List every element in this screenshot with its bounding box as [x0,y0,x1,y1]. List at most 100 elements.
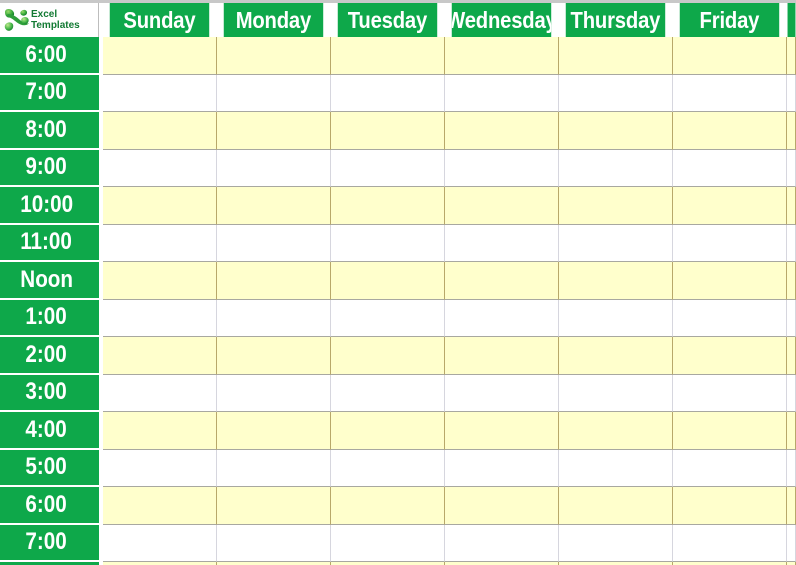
schedule-row: 4:00 [0,412,796,450]
schedule-cell-friday[interactable] [673,187,787,225]
schedule-cell-saturday[interactable] [787,299,796,337]
schedule-cell-thursday[interactable] [559,299,673,337]
schedule-cell-sunday[interactable] [103,337,217,375]
schedule-cell-friday[interactable] [673,112,787,150]
schedule-cell-saturday[interactable] [787,37,796,75]
schedule-cell-saturday[interactable] [787,224,796,262]
schedule-cell-monday[interactable] [217,524,331,562]
schedule-cell-saturday[interactable] [787,187,796,225]
schedule-cell-friday[interactable] [673,299,787,337]
schedule-cell-thursday[interactable] [559,149,673,187]
schedule-cell-friday[interactable] [673,149,787,187]
schedule-cell-thursday[interactable] [559,224,673,262]
schedule-cell-tuesday[interactable] [331,37,445,75]
schedule-cell-friday[interactable] [673,262,787,300]
schedule-cell-monday[interactable] [217,337,331,375]
schedule-cell-saturday[interactable] [787,449,796,487]
schedule-cell-thursday[interactable] [559,524,673,562]
schedule-cell-wednesday[interactable] [445,524,559,562]
schedule-cell-saturday[interactable] [787,374,796,412]
schedule-cell-wednesday[interactable] [445,37,559,75]
schedule-cell-wednesday[interactable] [445,187,559,225]
schedule-cell-monday[interactable] [217,149,331,187]
schedule-cell-thursday[interactable] [559,374,673,412]
schedule-cell-sunday[interactable] [103,487,217,525]
schedule-cell-wednesday[interactable] [445,262,559,300]
schedule-cell-tuesday[interactable] [331,224,445,262]
schedule-cell-friday[interactable] [673,412,787,450]
schedule-cell-saturday[interactable] [787,487,796,525]
schedule-cell-tuesday[interactable] [331,412,445,450]
schedule-cell-sunday[interactable] [103,449,217,487]
schedule-cell-saturday[interactable] [787,524,796,562]
schedule-cell-thursday[interactable] [559,337,673,375]
schedule-cell-sunday[interactable] [103,37,217,75]
schedule-cell-saturday[interactable] [787,112,796,150]
schedule-cell-monday[interactable] [217,74,331,112]
schedule-cell-sunday[interactable] [103,262,217,300]
schedule-cell-wednesday[interactable] [445,149,559,187]
schedule-cell-tuesday[interactable] [331,262,445,300]
schedule-cell-thursday[interactable] [559,262,673,300]
schedule-cell-wednesday[interactable] [445,112,559,150]
schedule-cell-thursday[interactable] [559,37,673,75]
schedule-cell-saturday[interactable] [787,74,796,112]
schedule-cell-sunday[interactable] [103,112,217,150]
schedule-cell-tuesday[interactable] [331,449,445,487]
schedule-cell-wednesday[interactable] [445,374,559,412]
schedule-cell-friday[interactable] [673,37,787,75]
schedule-cell-wednesday[interactable] [445,299,559,337]
schedule-cell-sunday[interactable] [103,74,217,112]
schedule-cell-sunday[interactable] [103,149,217,187]
schedule-cell-thursday[interactable] [559,187,673,225]
schedule-cell-friday[interactable] [673,224,787,262]
schedule-cell-wednesday[interactable] [445,74,559,112]
schedule-cell-wednesday[interactable] [445,412,559,450]
schedule-cell-wednesday[interactable] [445,337,559,375]
schedule-cell-wednesday[interactable] [445,487,559,525]
schedule-cell-tuesday[interactable] [331,524,445,562]
schedule-cell-saturday[interactable] [787,262,796,300]
schedule-cell-sunday[interactable] [103,299,217,337]
schedule-cell-saturday[interactable] [787,412,796,450]
schedule-cell-monday[interactable] [217,112,331,150]
schedule-cell-friday[interactable] [673,449,787,487]
schedule-cell-sunday[interactable] [103,412,217,450]
schedule-cell-thursday[interactable] [559,487,673,525]
schedule-cell-monday[interactable] [217,299,331,337]
schedule-cell-monday[interactable] [217,262,331,300]
schedule-cell-monday[interactable] [217,449,331,487]
schedule-cell-monday[interactable] [217,224,331,262]
schedule-cell-tuesday[interactable] [331,187,445,225]
schedule-cell-thursday[interactable] [559,449,673,487]
schedule-cell-sunday[interactable] [103,524,217,562]
schedule-cell-friday[interactable] [673,487,787,525]
schedule-cell-thursday[interactable] [559,112,673,150]
schedule-cell-monday[interactable] [217,412,331,450]
day-header-sunday: Sunday [109,3,210,37]
schedule-cell-monday[interactable] [217,487,331,525]
schedule-cell-tuesday[interactable] [331,337,445,375]
schedule-cell-friday[interactable] [673,74,787,112]
schedule-cell-friday[interactable] [673,337,787,375]
schedule-cell-tuesday[interactable] [331,374,445,412]
schedule-cell-tuesday[interactable] [331,112,445,150]
schedule-cell-monday[interactable] [217,374,331,412]
schedule-cell-sunday[interactable] [103,374,217,412]
schedule-cell-friday[interactable] [673,374,787,412]
schedule-cell-friday[interactable] [673,524,787,562]
schedule-cell-sunday[interactable] [103,224,217,262]
schedule-cell-saturday[interactable] [787,337,796,375]
schedule-cell-tuesday[interactable] [331,149,445,187]
schedule-cell-monday[interactable] [217,187,331,225]
schedule-cell-sunday[interactable] [103,187,217,225]
schedule-cell-tuesday[interactable] [331,487,445,525]
schedule-cell-thursday[interactable] [559,412,673,450]
schedule-cell-tuesday[interactable] [331,299,445,337]
schedule-cell-monday[interactable] [217,37,331,75]
schedule-cell-saturday[interactable] [787,149,796,187]
schedule-cell-tuesday[interactable] [331,74,445,112]
schedule-cell-wednesday[interactable] [445,449,559,487]
schedule-cell-thursday[interactable] [559,74,673,112]
schedule-cell-wednesday[interactable] [445,224,559,262]
